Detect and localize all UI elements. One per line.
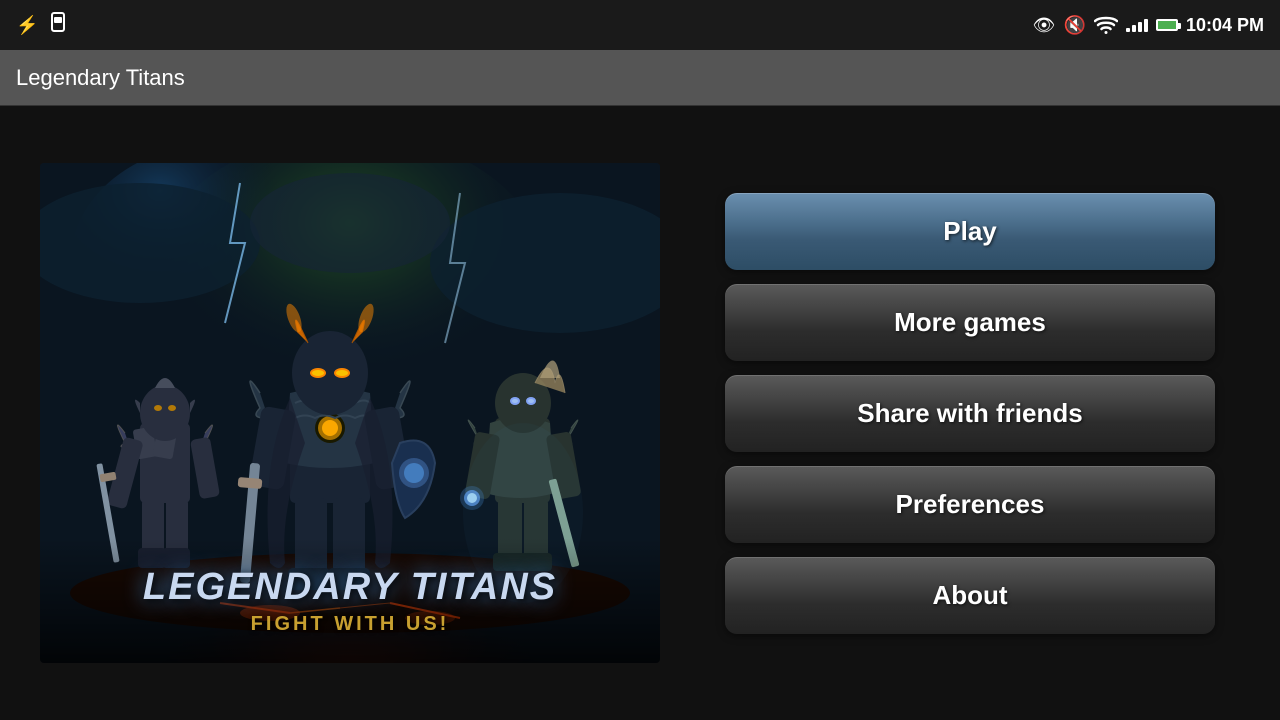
wifi-icon xyxy=(1094,15,1118,35)
game-image-panel: LEGENDARY TITANS FIGHT WITH US! xyxy=(40,163,660,663)
status-bar: ⚡ 👁 🔇 10:04 PM xyxy=(0,0,1280,50)
eye-icon: 👁 xyxy=(1033,15,1056,36)
game-title-sub: FIGHT WITH US! xyxy=(251,613,450,636)
preferences-button[interactable]: Preferences xyxy=(725,466,1215,543)
usb-icon: ⚡ xyxy=(16,15,38,36)
battery-icon xyxy=(1156,19,1178,31)
game-title-main: LEGENDARY TITANS xyxy=(143,566,557,609)
more-games-button[interactable]: More games xyxy=(725,284,1215,361)
status-time: 10:04 PM xyxy=(1186,15,1264,36)
status-right-icons: 👁 🔇 10:04 PM xyxy=(1033,15,1264,36)
about-button[interactable]: About xyxy=(725,557,1215,634)
play-button[interactable]: Play xyxy=(725,193,1215,270)
status-left-icons: ⚡ xyxy=(16,11,72,40)
main-content: LEGENDARY TITANS FIGHT WITH US! Play Mor… xyxy=(0,106,1280,720)
title-bar: Legendary Titans xyxy=(0,50,1280,106)
app-title: Legendary Titans xyxy=(16,65,185,91)
sim-icon xyxy=(48,11,72,40)
buttons-panel: Play More games Share with friends Prefe… xyxy=(700,193,1240,634)
mute-icon: 🔇 xyxy=(1064,15,1086,36)
game-title-area: LEGENDARY TITANS FIGHT WITH US! xyxy=(40,538,660,663)
signal-icon xyxy=(1126,19,1148,32)
share-button[interactable]: Share with friends xyxy=(725,375,1215,452)
